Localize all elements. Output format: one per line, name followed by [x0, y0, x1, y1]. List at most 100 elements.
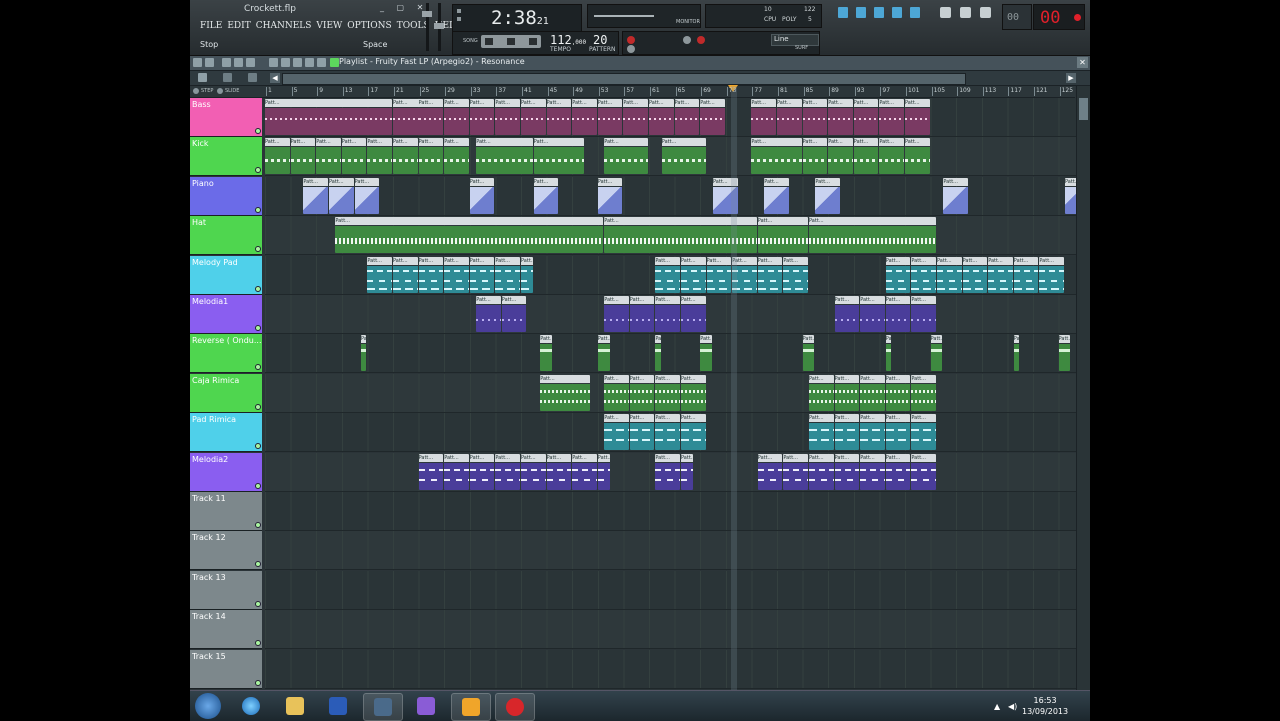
- pattern-clip[interactable]: Patt...: [393, 256, 418, 293]
- pattern-clip[interactable]: Patt...: [521, 256, 533, 293]
- track-mute-led-icon[interactable]: [255, 128, 261, 134]
- pattern-clip[interactable]: Patt...: [988, 256, 1013, 293]
- save-icon[interactable]: [960, 7, 971, 18]
- pattern-clip[interactable]: Patt...: [860, 374, 885, 411]
- pattern-clip[interactable]: Patt...: [329, 177, 354, 214]
- pattern-clip[interactable]: Patt...: [751, 138, 802, 175]
- track-lane[interactable]: Patt...Patt...Patt...Patt...Patt...Patt.…: [265, 373, 1076, 413]
- delete-tool-icon[interactable]: [246, 58, 255, 67]
- track-label[interactable]: Piano: [190, 176, 262, 216]
- playback-tool-icon[interactable]: [317, 58, 326, 67]
- step-label[interactable]: STEP: [201, 88, 213, 94]
- pattern-clip[interactable]: Patt...: [418, 453, 444, 490]
- slide-radio-icon[interactable]: [217, 88, 223, 94]
- timeline-ruler[interactable]: 1 5 9 13 17 21 25 29 33 37 41 45 49 53 57 61 65 69 73 77 81 8…: [265, 85, 1075, 98]
- taskbar-ie[interactable]: [232, 693, 270, 719]
- pattern-clip[interactable]: Patt...: [597, 453, 610, 490]
- maximize-button[interactable]: ▢: [397, 3, 410, 12]
- slice-tool-icon[interactable]: [281, 58, 290, 67]
- pattern-number[interactable]: 20: [593, 33, 607, 47]
- pattern-clip[interactable]: Patt...: [604, 374, 629, 411]
- pattern-clip[interactable]: Patt...: [700, 335, 712, 372]
- pattern-clip[interactable]: Patt...: [911, 414, 936, 451]
- pattern-clip[interactable]: Patt...: [476, 138, 533, 175]
- pattern-clip[interactable]: Patt...: [905, 99, 930, 135]
- pattern-clip[interactable]: Patt...: [860, 453, 885, 490]
- step-radio-icon[interactable]: [193, 88, 199, 94]
- play-button[interactable]: [485, 38, 493, 45]
- track-label[interactable]: Hat: [190, 216, 262, 256]
- track-mute-led-icon[interactable]: [255, 679, 261, 686]
- pattern-selector-icon[interactable]: [330, 58, 339, 67]
- pattern-clip[interactable]: Patt...: [469, 256, 495, 293]
- pattern-clip[interactable]: Patt...: [495, 99, 520, 135]
- pattern-clip[interactable]: Patt...: [444, 99, 469, 135]
- pattern-clip[interactable]: Patt...: [418, 99, 444, 135]
- track-mute-led-icon[interactable]: [255, 206, 261, 213]
- track-lane[interactable]: [265, 492, 1076, 531]
- pattern-clip[interactable]: Patt...: [629, 374, 655, 411]
- pattern-clip[interactable]: Patt...: [546, 99, 572, 135]
- slide-label[interactable]: SLIDE: [225, 88, 239, 94]
- menu-file[interactable]: FILE: [200, 21, 222, 31]
- track-mute-led-icon[interactable]: [255, 285, 261, 292]
- pattern-clip[interactable]: Patt...: [316, 138, 341, 175]
- pattern-clip[interactable]: Patt...: [885, 414, 911, 451]
- track-mute-led-icon[interactable]: [255, 246, 261, 253]
- track-mute-led-icon[interactable]: [255, 640, 261, 647]
- mute-tool-icon[interactable]: [269, 58, 278, 67]
- track-lane[interactable]: Patt...Patt...Patt...Patt...Patt...Patt.…: [265, 176, 1077, 216]
- pattern-clip[interactable]: Patt...: [885, 256, 911, 293]
- minimize-button[interactable]: _: [380, 3, 389, 12]
- draw-tool-icon[interactable]: [222, 58, 231, 67]
- track-lane[interactable]: [265, 649, 1076, 689]
- horizontal-scrollbar[interactable]: [282, 73, 966, 85]
- start-button[interactable]: [195, 693, 221, 719]
- scroll-left-button[interactable]: ◀: [270, 73, 280, 83]
- undo-icon[interactable]: [940, 7, 951, 18]
- paint-tool-icon[interactable]: [234, 58, 243, 67]
- pattern-clip[interactable]: Patt...: [809, 217, 936, 254]
- pattern-clip[interactable]: Patt...: [540, 335, 552, 372]
- track-label[interactable]: Track 11: [190, 492, 262, 531]
- track-mute-led-icon[interactable]: [255, 364, 261, 371]
- track-lane[interactable]: Patt... Patt... Patt... Patt...: [265, 216, 1076, 256]
- pattern-clip[interactable]: Patt...: [572, 453, 597, 490]
- pattern-clip[interactable]: Patt...: [597, 177, 623, 214]
- stop-button[interactable]: [507, 38, 515, 45]
- pattern-clip[interactable]: Patt...: [418, 138, 444, 175]
- record-indicator-icon[interactable]: [1074, 14, 1081, 21]
- pattern-clip[interactable]: Patt...: [649, 99, 674, 135]
- pattern-clip[interactable]: Patt...: [834, 296, 860, 332]
- pattern-clip[interactable]: Patt...: [802, 99, 828, 135]
- taskbar-vs[interactable]: [407, 693, 445, 719]
- vertical-scrollbar[interactable]: [1076, 86, 1090, 690]
- track-lane[interactable]: [265, 570, 1076, 610]
- pattern-clip[interactable]: Patt...: [265, 138, 290, 175]
- pattern-clip[interactable]: Patt...: [521, 453, 546, 490]
- pattern-clip[interactable]: Patt...: [885, 335, 892, 372]
- pattern-clip[interactable]: Patt...: [655, 414, 680, 451]
- pattern-clip[interactable]: Patt...: [828, 99, 853, 135]
- pattern-clip[interactable]: Patt...: [757, 217, 808, 254]
- pattern-clip[interactable]: Patt...: [802, 138, 828, 175]
- zoom-tool-icon[interactable]: [305, 58, 314, 67]
- pattern-clip[interactable]: Patt...: [655, 296, 680, 332]
- pattern-clip[interactable]: Patt...: [604, 414, 629, 451]
- pattern-clip[interactable]: Patt...: [341, 138, 367, 175]
- pattern-clip[interactable]: Patt...: [809, 453, 834, 490]
- track-lane[interactable]: [265, 531, 1076, 571]
- note-toggle-icon[interactable]: [248, 73, 257, 82]
- pattern-clip[interactable]: Patt...: [469, 99, 495, 135]
- pattern-clip[interactable]: Patt...: [751, 99, 776, 135]
- track-label[interactable]: Track 12: [190, 531, 262, 571]
- pattern-clip[interactable]: Patt...: [604, 138, 648, 175]
- pattern-clip[interactable]: Patt...: [879, 99, 904, 135]
- pattern-clip[interactable]: Patt...: [911, 374, 936, 411]
- pattern-clip[interactable]: Patt...: [911, 256, 936, 293]
- track-lane[interactable]: Patt...Patt...Patt...Patt...Patt...Patt.…: [265, 452, 1076, 492]
- snap-toggle-icon[interactable]: [223, 73, 232, 82]
- pattern-clip[interactable]: Patt...: [444, 256, 469, 293]
- pattern-clip[interactable]: Patt...: [1058, 335, 1071, 372]
- pattern-toggle-icon[interactable]: [198, 73, 207, 82]
